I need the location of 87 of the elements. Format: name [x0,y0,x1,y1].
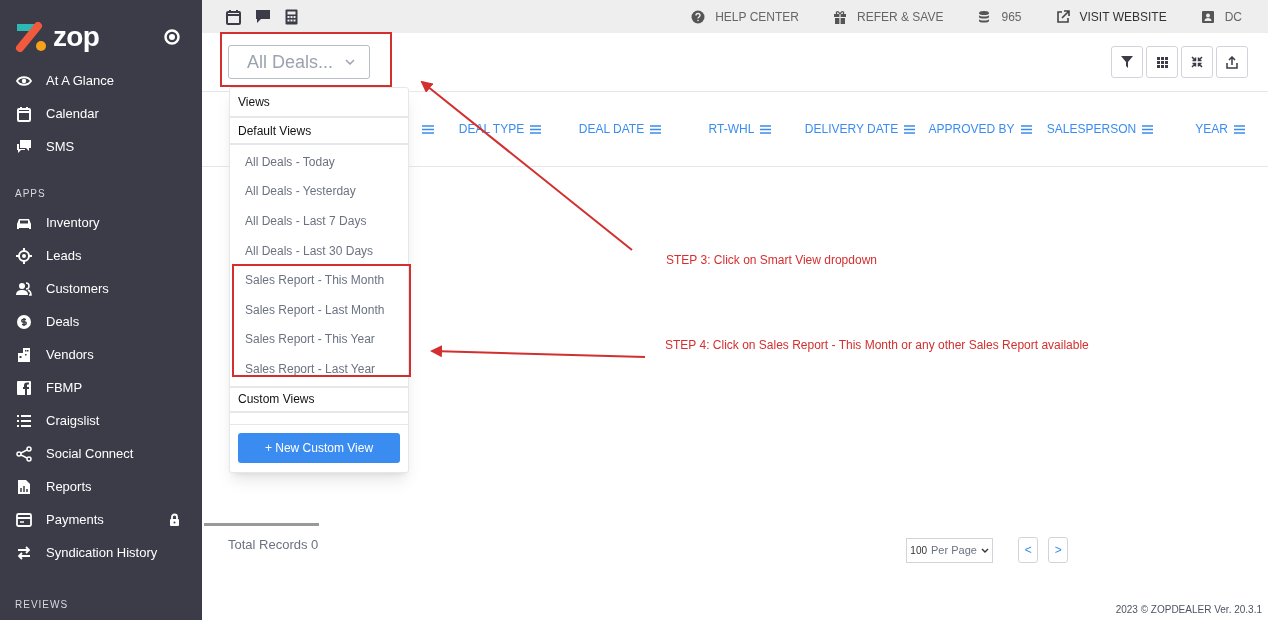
menu-item[interactable]: Sales Report - This Month [230,265,408,295]
target-icon [16,247,32,264]
menu-item[interactable]: Sales Report - Last Year [230,354,408,384]
user-icon [1200,9,1215,24]
collapse-icon [1191,56,1203,68]
menu-icon [904,124,916,134]
logo-icon [14,22,47,52]
logo-text: zop [53,23,100,51]
top-bar-link[interactable]: REFER & SAVE [833,7,944,26]
sidebar-item[interactable]: Vendors [0,338,202,371]
top-bar-link[interactable]: HELP CENTER [691,7,799,26]
collapse-button[interactable] [1181,46,1213,78]
chat-icon [16,138,32,155]
calculator-icon[interactable] [285,8,298,25]
sidebar-item[interactable]: Reports [0,470,202,503]
sidebar-item[interactable]: Social Connect [0,437,202,470]
coins-icon [977,9,992,24]
step-instruction: STEP 3: Click on Smart View dropdown [666,252,877,269]
chat-icon[interactable] [255,9,271,24]
top-bar-link[interactable]: 965 [977,7,1022,26]
facebook-icon [16,379,32,396]
sidebar-item[interactable]: Leads [0,239,202,272]
menu-icon [530,124,542,134]
column-header[interactable]: DEAL DATE [560,120,680,138]
menu-item[interactable]: Sales Report - Last Month [230,294,408,325]
menu-heading: Custom Views [230,385,408,413]
per-page-select[interactable]: 100 Per Page [906,537,994,563]
dollar-icon [16,313,32,330]
calendar-icon[interactable] [226,8,241,25]
people-icon [16,280,32,297]
top-bar-link[interactable]: VISIT WEBSITE [1055,7,1167,26]
sidebar-item[interactable]: Deals [0,305,202,338]
radio-icon[interactable] [164,29,180,45]
menu-icon [1020,124,1032,134]
column-header[interactable]: APPROVED BY [920,120,1040,138]
section-heading: REVIEWS [14,598,70,612]
menu-icon [1142,124,1154,134]
grid-button[interactable] [1146,46,1178,78]
external-link-icon [1055,9,1070,24]
menu-icon [650,124,662,134]
column-header[interactable]: RT-WHL [680,120,800,138]
top-bar-link[interactable]: DC [1200,7,1242,26]
section-heading: APPS [14,187,47,201]
sidebar-item[interactable]: At A Glance [0,64,202,97]
credit-card-icon [16,511,32,528]
grid-icon [1156,56,1168,68]
swap-arrows-icon [16,544,32,561]
menu-item[interactable]: All Deals - Yesterday [230,176,408,207]
total-records: Total Records 0 [228,536,319,555]
menu-icon[interactable] [422,124,434,134]
step-instruction: STEP 4: Click on Sales Report - This Month or any other Sales Report available [665,337,1089,354]
chevron-down-icon [345,59,355,65]
filter-button[interactable] [1111,46,1143,78]
menu-item[interactable]: Sales Report - This Year [230,324,408,355]
help-circle-icon [691,9,706,24]
sidebar-item[interactable]: Calendar [0,97,202,130]
menu-item[interactable]: All Deals - Last 7 Days [230,206,408,236]
menu-icon [1233,124,1245,134]
sidebar-item[interactable]: Inventory [0,206,202,239]
sidebar-item[interactable]: Customers [0,272,202,305]
column-header[interactable]: DELIVERY DATE [800,120,920,138]
column-header[interactable]: SALESPERSON [1040,120,1160,138]
filter-icon [1121,56,1133,68]
new-custom-view-button[interactable]: + New Custom View [238,432,400,463]
report-icon [16,478,32,495]
copyright-text: 2023 © ZOPDEALER Ver. 20.3.1 [1115,603,1262,617]
menu-heading: Views [230,88,408,118]
gift-icon [833,9,847,24]
sidebar-item[interactable]: FBMP [0,371,202,404]
sidebar-item[interactable]: Syndication History [0,536,202,569]
previous-page-button[interactable]: < [1018,537,1039,563]
calendar-icon [16,105,32,122]
menu-item[interactable]: All Deals - Last 30 Days [230,235,408,266]
share-icon [16,445,32,462]
sidebar-item[interactable]: SMS [0,130,202,163]
sidebar-item[interactable]: Payments [0,503,202,536]
sidebar-item[interactable]: Craigslist [0,404,202,437]
export-icon [1226,55,1238,69]
menu-icon [760,124,772,134]
menu-item[interactable]: All Deals - Today [230,147,408,177]
next-page-button[interactable]: > [1048,537,1069,563]
list-icon [16,412,32,429]
column-header[interactable]: YEAR [1160,120,1268,138]
chevron-down-icon [980,547,989,553]
building-icon [16,346,32,363]
menu-heading: Default Views [230,118,408,145]
export-button[interactable] [1216,46,1248,78]
